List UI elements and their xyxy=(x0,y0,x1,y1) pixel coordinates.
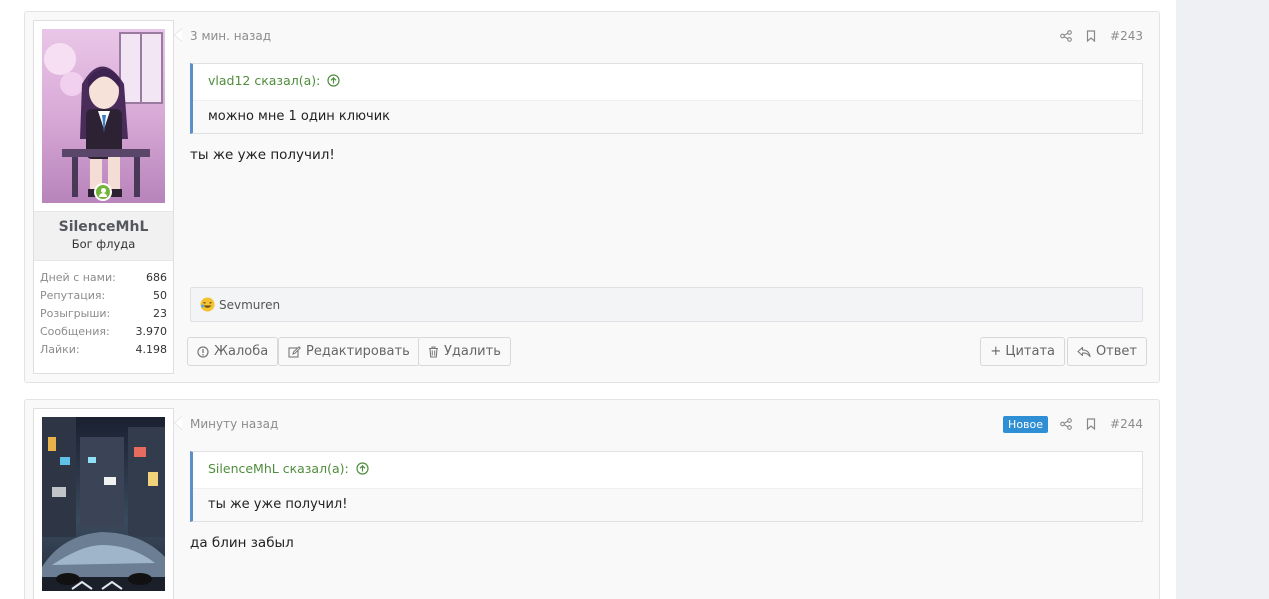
reaction-user[interactable]: Sevmuren xyxy=(219,298,280,312)
stat-row: Дней с нами: 686 xyxy=(40,269,167,287)
post-arrow xyxy=(174,28,182,42)
stat-row: Сообщения: 3.970 xyxy=(40,323,167,341)
stat-value: 686 xyxy=(146,271,167,284)
stat-row: Лайки: 4.198 xyxy=(40,341,167,359)
laughing-emoji-icon xyxy=(200,297,215,312)
edit-icon xyxy=(288,345,301,358)
message-post: SilenceMhL Бог флуда Дней с нами: 686 Ре… xyxy=(24,11,1160,383)
new-badge: Новое xyxy=(1003,415,1049,433)
exclamation-circle-icon xyxy=(197,345,209,358)
share-icon[interactable] xyxy=(1060,418,1072,430)
post-header-actions: #243 xyxy=(1060,26,1143,46)
stat-value: 23 xyxy=(153,307,167,320)
stat-row: Репутация: 50 xyxy=(40,287,167,305)
stat-label: Сообщения: xyxy=(40,325,110,338)
user-name-block: SilenceMhL Бог флуда xyxy=(34,211,173,261)
user-info-panel xyxy=(33,408,174,599)
message-text: ты же уже получил! xyxy=(190,147,335,163)
stat-label: Репутация: xyxy=(40,289,106,302)
quote-block: SilenceMhL сказал(а): ты же уже получил! xyxy=(190,451,1143,522)
avatar[interactable] xyxy=(42,29,165,203)
post-arrow xyxy=(174,416,182,430)
post-time[interactable]: 3 мин. назад xyxy=(190,29,271,43)
reactions-bar[interactable]: Sevmuren xyxy=(190,287,1143,322)
post-header: 3 мин. назад #243 xyxy=(190,26,1143,46)
report-button[interactable]: Жалоба xyxy=(187,337,279,366)
user-name[interactable]: SilenceMhL xyxy=(34,219,173,235)
post-number[interactable]: #244 xyxy=(1110,417,1143,431)
post-time[interactable]: Минуту назад xyxy=(190,417,278,431)
reply-button[interactable]: Ответ xyxy=(1066,337,1147,366)
bookmark-icon[interactable] xyxy=(1086,418,1096,430)
post-number[interactable]: #243 xyxy=(1110,29,1143,43)
quote-text: можно мне 1 один ключик xyxy=(193,100,1142,133)
edit-label: Редактировать xyxy=(306,344,410,359)
report-label: Жалоба xyxy=(214,344,269,359)
quote-author[interactable]: SilenceMhL сказал(а): xyxy=(193,452,1142,488)
quote-author-text[interactable]: SilenceMhL сказал(а): xyxy=(208,461,349,476)
delete-label: Удалить xyxy=(444,344,501,359)
bookmark-icon[interactable] xyxy=(1086,30,1096,42)
message-text: да блин забыл xyxy=(190,535,294,551)
avatar[interactable] xyxy=(42,417,165,591)
stat-value: 3.970 xyxy=(135,325,168,338)
post-header-actions: Новое #244 xyxy=(1003,414,1143,434)
reply-label: Ответ xyxy=(1095,344,1137,359)
trash-icon xyxy=(428,345,439,358)
arrow-up-circle-icon[interactable] xyxy=(327,74,340,90)
edit-button[interactable]: Редактировать xyxy=(278,337,420,366)
quote-block: vlad12 сказал(а): можно мне 1 один ключи… xyxy=(190,63,1143,134)
stat-label: Лайки: xyxy=(40,343,80,356)
user-stats: Дней с нами: 686 Репутация: 50 Розыгрыши… xyxy=(40,269,167,359)
quote-author-text[interactable]: vlad12 сказал(а): xyxy=(208,73,320,88)
delete-button[interactable]: Удалить xyxy=(418,337,511,366)
quote-button[interactable]: + Цитата xyxy=(980,337,1065,366)
reply-icon xyxy=(1077,346,1091,358)
stat-row: Розыгрыши: 23 xyxy=(40,305,167,323)
user-title: Бог флуда xyxy=(71,237,136,251)
share-icon[interactable] xyxy=(1060,30,1072,42)
stat-value: 4.198 xyxy=(135,343,168,356)
arrow-up-circle-icon[interactable] xyxy=(356,462,369,478)
main-content: SilenceMhL Бог флуда Дней с нами: 686 Ре… xyxy=(0,0,1176,599)
user-info-panel: SilenceMhL Бог флуда Дней с нами: 686 Ре… xyxy=(33,20,174,374)
quote-author[interactable]: vlad12 сказал(а): xyxy=(193,64,1142,100)
quote-label: + Цитата xyxy=(990,344,1055,359)
post-header: Минуту назад Новое #244 xyxy=(190,414,1143,434)
quote-text: ты же уже получил! xyxy=(193,488,1142,521)
stat-label: Розыгрыши: xyxy=(40,307,111,320)
message-post: Минуту назад Новое #244 SilenceMhL сказа… xyxy=(24,399,1160,599)
stat-value: 50 xyxy=(153,289,167,302)
post-actions: Жалоба Редактировать Удалить + Цитата От… xyxy=(187,337,1147,367)
stat-label: Дней с нами: xyxy=(40,271,116,284)
online-user-icon xyxy=(94,183,112,201)
